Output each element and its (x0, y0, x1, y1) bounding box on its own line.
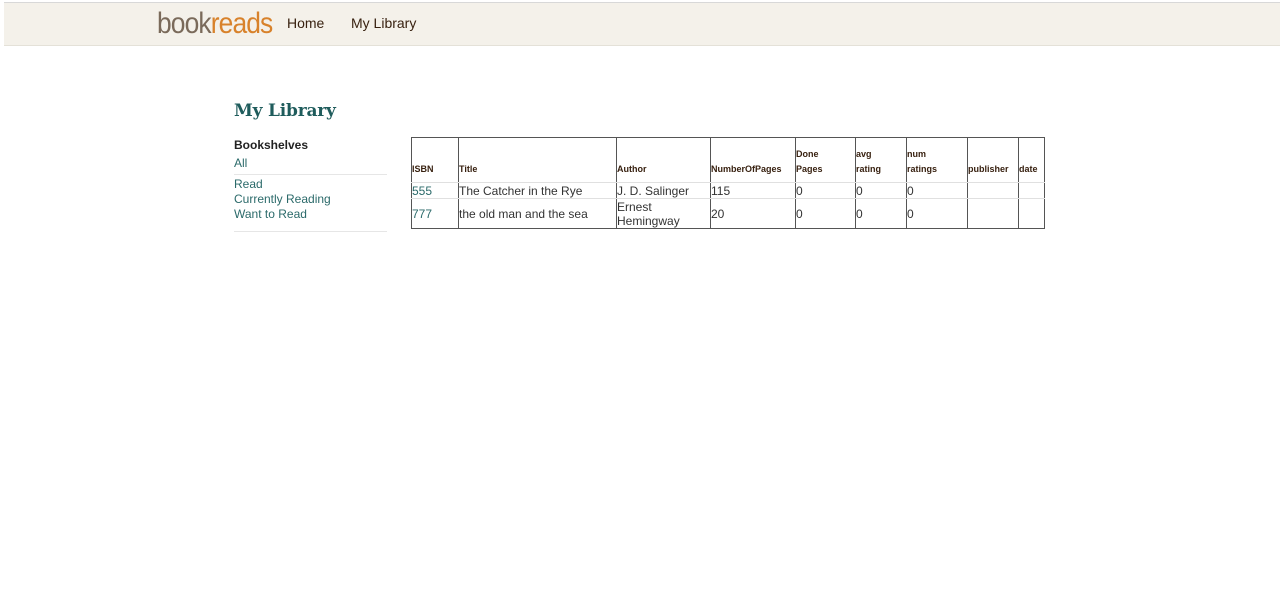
cell-isbn: 777 (411, 198, 459, 229)
table-row: 777 the old man and the sea Ernest Hemin… (411, 198, 1045, 229)
cell-isbn: 555 (411, 182, 459, 199)
column-header-num-line2: ratings (907, 164, 938, 174)
isbn-link[interactable]: 555 (412, 184, 432, 198)
column-header-avg-line2: rating (856, 164, 882, 174)
logo-book-text: book (157, 7, 212, 40)
table-row: 555 The Catcher in the Rye J. D. Salinge… (411, 182, 1045, 199)
shelf-link-currently-reading[interactable]: Currently Reading (234, 192, 387, 207)
column-header-avg-rating[interactable]: avg rating (855, 137, 907, 183)
bookshelves-heading: Bookshelves (234, 138, 309, 152)
column-header-num-ratings[interactable]: num ratings (906, 137, 968, 183)
cell-num-ratings: 0 (906, 198, 968, 229)
cell-pages: 20 (710, 198, 796, 229)
cell-num-ratings: 0 (906, 182, 968, 199)
column-header-title[interactable]: Title (458, 137, 617, 183)
nav-home-link[interactable]: Home (287, 15, 324, 31)
column-header-isbn[interactable]: ISBN (411, 137, 459, 183)
cell-date (1018, 182, 1045, 199)
nav-my-library-link[interactable]: My Library (351, 15, 416, 31)
column-header-num-line1: num (907, 149, 926, 159)
shelf-link-all[interactable]: All (234, 156, 387, 175)
column-header-number-of-pages[interactable]: NumberOfPages (710, 137, 796, 183)
cell-publisher (967, 198, 1019, 229)
cell-date (1018, 198, 1045, 229)
isbn-link[interactable]: 777 (412, 207, 432, 221)
cell-avg-rating: 0 (855, 182, 907, 199)
shelf-list: Read Currently Reading Want to Read (234, 175, 387, 232)
column-header-avg-line1: avg (856, 149, 872, 159)
bookshelves-sidebar: Bookshelves All Read Currently Reading W… (234, 138, 387, 232)
logo-reads-text: reads (210, 7, 274, 40)
cell-done-pages: 0 (795, 182, 856, 199)
top-navigation-bar: bookreads Home My Library (4, 2, 1280, 46)
column-header-done-pages[interactable]: Done Pages (795, 137, 856, 183)
column-header-publisher[interactable]: publisher (967, 137, 1019, 183)
cell-author: Ernest Hemingway (616, 198, 711, 229)
cell-title: The Catcher in the Rye (458, 182, 617, 199)
cell-done-pages: 0 (795, 198, 856, 229)
column-header-author[interactable]: Author (616, 137, 711, 183)
shelf-link-want-to-read[interactable]: Want to Read (234, 207, 387, 222)
cell-title: the old man and the sea (458, 198, 617, 229)
cell-author: J. D. Salinger (616, 182, 711, 199)
table-header-row: ISBN Title Author NumberOfPages Done Page… (411, 137, 1045, 183)
column-header-date[interactable]: date (1018, 137, 1045, 183)
goodreads-logo[interactable]: bookreads (157, 6, 274, 42)
page-title: My Library (234, 101, 336, 121)
cell-pages: 115 (710, 182, 796, 199)
column-header-done-line1: Done (796, 149, 819, 159)
cell-avg-rating: 0 (855, 198, 907, 229)
cell-publisher (967, 182, 1019, 199)
shelf-link-read[interactable]: Read (234, 177, 387, 192)
column-header-done-line2: Pages (796, 164, 823, 174)
books-table: ISBN Title Author NumberOfPages Done Page… (411, 137, 1045, 229)
